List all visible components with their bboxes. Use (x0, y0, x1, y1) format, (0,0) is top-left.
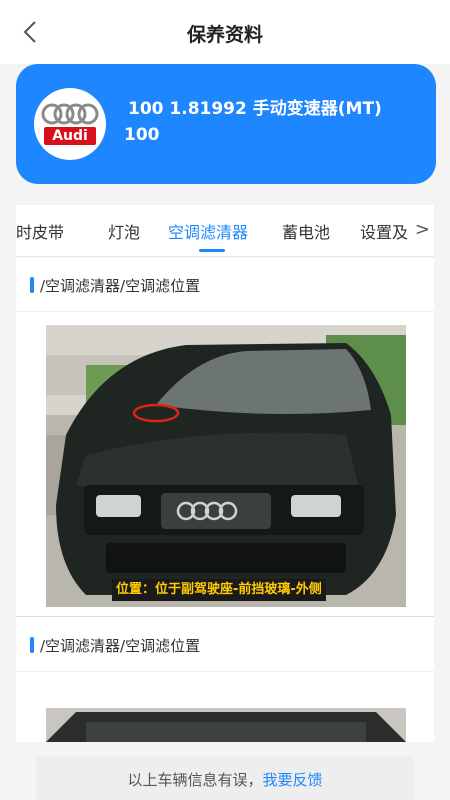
location-photo[interactable]: 位置：位于副驾驶座-前挡玻璃-外侧 (46, 325, 406, 607)
section-accent-bar (30, 637, 34, 653)
feedback-text: 以上车辆信息有误， (127, 771, 263, 789)
photo-caption: 位置：位于副驾驶座-前挡玻璃-外侧 (112, 579, 326, 601)
app-header: 保养资料 (0, 0, 450, 64)
vehicle-model-line: 100 1.81992 手动变速器(MT) (128, 99, 382, 119)
car-photo-image (46, 325, 406, 607)
feedback-bar: 以上车辆信息有误，我要反馈 (36, 756, 414, 800)
chevron-right-icon[interactable]: > (415, 219, 430, 240)
brand-logo-text: Audi (52, 128, 88, 144)
audi-logo-icon (41, 103, 99, 145)
tab-settings[interactable]: 设置及 (360, 219, 408, 243)
tab-bulb[interactable]: 灯泡 (108, 219, 140, 243)
vehicle-series-line: 100 (124, 125, 160, 145)
location-photo[interactable] (46, 708, 406, 742)
section-divider (16, 616, 434, 617)
category-tabs: 正时皮带 灯泡 空调滤清器 蓄电池 设置及 > (16, 205, 434, 257)
feedback-link[interactable]: 我要反馈 (263, 771, 323, 789)
tab-timing-belt[interactable]: 正时皮带 (16, 219, 64, 243)
page-title: 保养资料 (186, 24, 263, 46)
section-header: /空调滤清器/空调滤位置 (16, 258, 434, 312)
engine-bay-photo-image (46, 708, 406, 742)
section-title: /空调滤清器/空调滤位置 (40, 637, 201, 655)
tab-air-filter[interactable]: 空调滤清器 (168, 219, 248, 243)
section-title: /空调滤清器/空调滤位置 (40, 277, 201, 295)
brand-logo: Audi (34, 88, 106, 160)
vehicle-card: Audi 100 1.81992 手动变速器(MT) 100 (16, 64, 436, 184)
vehicle-name: 100 1.81992 手动变速器(MT) 100 (124, 96, 424, 148)
active-tab-indicator (199, 249, 225, 252)
section-header: /空调滤清器/空调滤位置 (16, 618, 434, 672)
tab-battery[interactable]: 蓄电池 (282, 219, 330, 243)
content-panel: /空调滤清器/空调滤位置 位置：位于副驾驶座-前挡玻璃-外侧 /空调滤清器/空调… (16, 258, 434, 742)
section-accent-bar (30, 277, 34, 293)
